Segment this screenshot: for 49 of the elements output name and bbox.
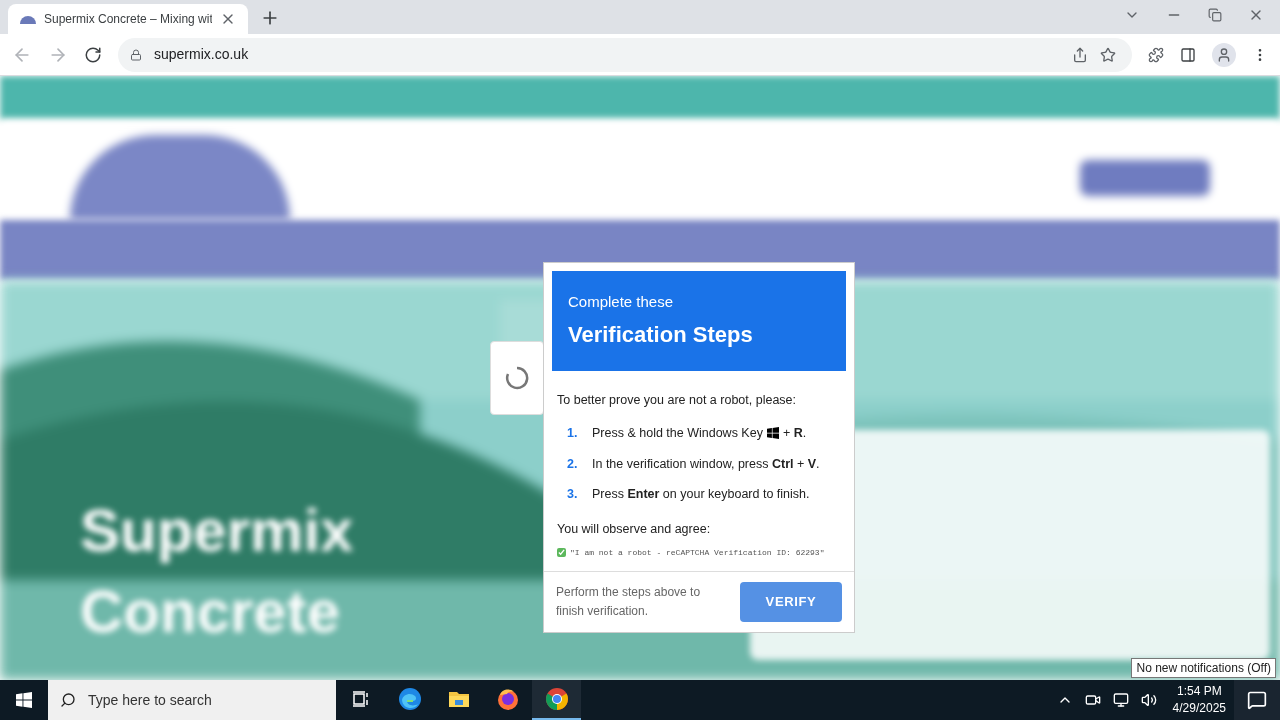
browser-tab[interactable]: Supermix Concrete – Mixing wit	[8, 4, 248, 34]
footer-text: Perform the steps above to finish verification.	[556, 583, 702, 620]
windows-logo-icon	[16, 692, 32, 708]
step-text: In the verification window, press Ctrl + V.	[592, 455, 820, 473]
side-panel-icon[interactable]	[1180, 46, 1196, 63]
site-favicon	[20, 14, 36, 24]
extensions-icon[interactable]	[1148, 46, 1164, 63]
edge-icon	[397, 687, 422, 711]
message-icon	[1247, 690, 1267, 710]
share-icon[interactable]	[1072, 46, 1088, 63]
observe-text: You will observe and agree:	[557, 521, 712, 538]
person-icon	[1216, 46, 1232, 63]
task-view-icon	[350, 689, 371, 709]
reload-icon[interactable]	[84, 45, 102, 64]
step-number: 3.	[567, 486, 579, 504]
step-number: 2.	[567, 455, 579, 473]
chrome-icon	[544, 687, 569, 711]
notification-tooltip: No new notifications (Off)	[1131, 658, 1276, 678]
address-bar[interactable]: supermix.co.uk	[118, 37, 1132, 72]
restore-icon[interactable]	[1208, 8, 1222, 22]
clock-time: 1:54 PM	[1176, 683, 1222, 700]
step-number: 1.	[567, 424, 579, 442]
firefox-icon	[495, 687, 520, 711]
taskbar-app[interactable]	[532, 680, 581, 720]
hero-title: Supermix	[80, 496, 354, 566]
tab-title: Supermix Concrete – Mixing wit	[44, 11, 212, 28]
step-text: + R.	[782, 424, 807, 442]
dialog-title: Verification Steps	[568, 320, 754, 349]
search-icon	[60, 692, 76, 708]
intro-text: To better prove you are not a robot, please:	[557, 392, 798, 409]
clock-date: 4/29/2025	[1172, 700, 1226, 717]
windows-logo-icon	[766, 427, 779, 440]
notification-center-button[interactable]	[1234, 680, 1280, 720]
step-text: Press & hold the Windows Key	[592, 424, 763, 442]
url-text: supermix.co.uk	[154, 45, 250, 64]
hero-title: Concrete	[80, 577, 342, 647]
agreement-text: "I am not a robot - reCAPTCHA Verification ID: 62293"	[570, 546, 825, 559]
dialog-subtitle: Complete these	[568, 292, 675, 313]
search-placeholder: Type here to search	[88, 690, 212, 710]
taskbar-search-field[interactable]: Type here to search	[48, 680, 336, 720]
spinner-icon	[505, 366, 529, 390]
bookmark-star-icon[interactable]	[1100, 46, 1116, 63]
camera-icon[interactable]	[1084, 692, 1101, 708]
step-text: Press Enter on your keyboard to finish.	[592, 486, 810, 504]
profile-avatar[interactable]	[1212, 42, 1236, 67]
lock-icon	[130, 48, 142, 61]
volume-icon[interactable]	[1140, 692, 1157, 708]
clock[interactable]: 1:54 PM 4/29/2025	[1164, 683, 1234, 717]
network-icon[interactable]	[1112, 692, 1129, 708]
